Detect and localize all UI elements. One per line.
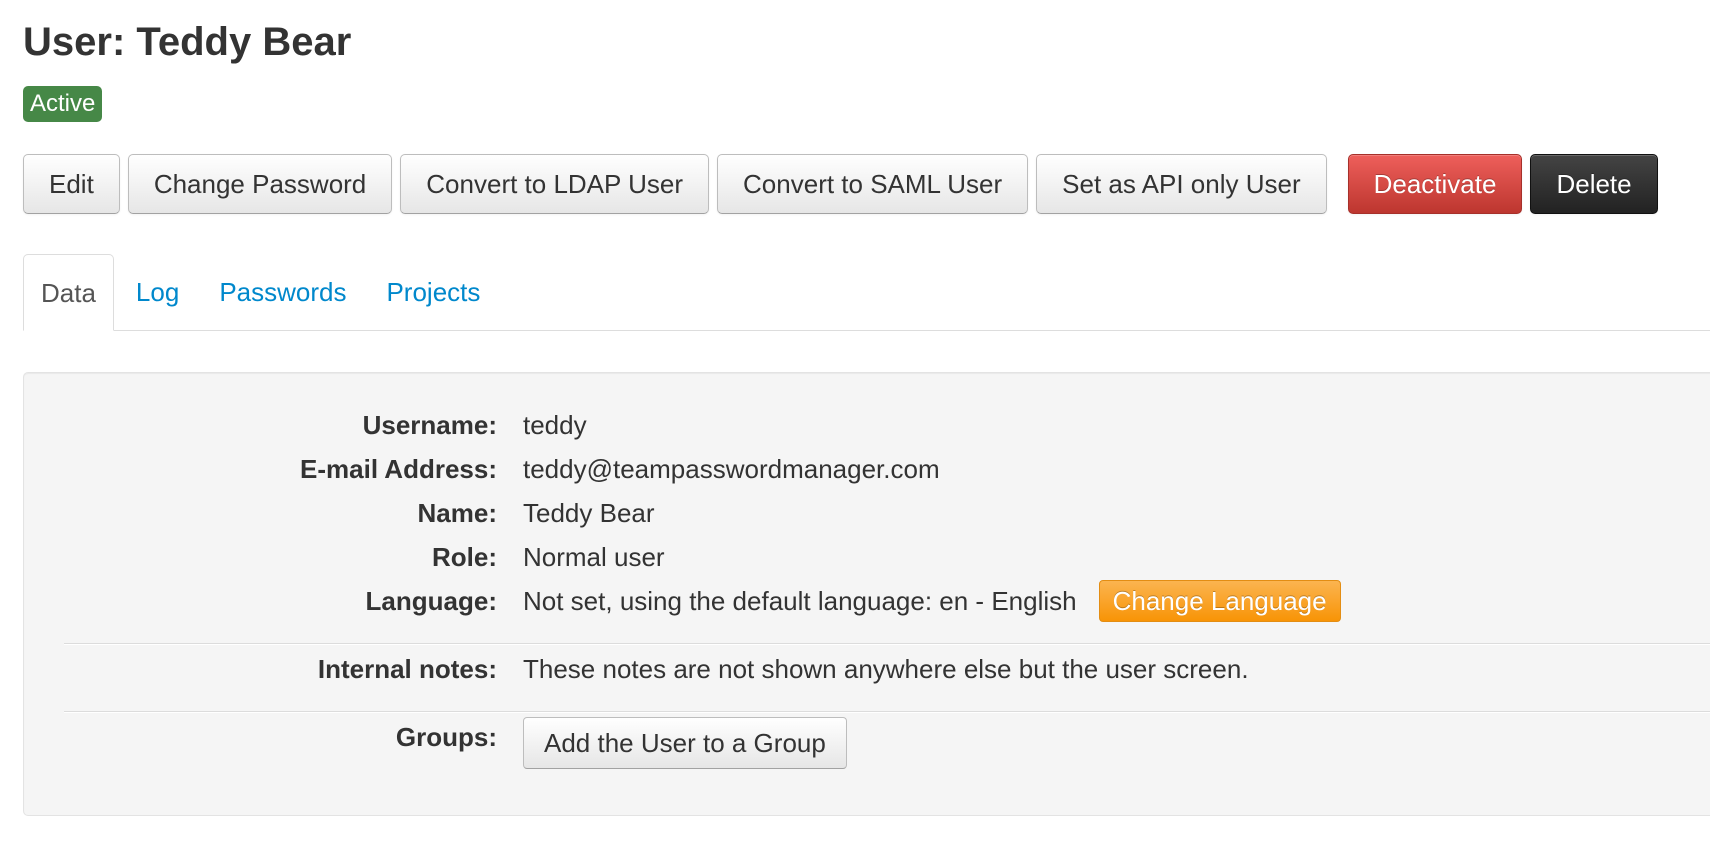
divider [64,643,1710,645]
convert-ldap-button[interactable]: Convert to LDAP User [400,154,710,214]
convert-saml-button[interactable]: Convert to SAML User [717,154,1029,214]
notes-row: Internal notes: These notes are not show… [24,647,1710,691]
language-value-wrap: Not set, using the default language: en … [523,579,1341,623]
language-label: Language: [365,586,497,616]
language-value: Not set, using the default language: en … [523,586,1077,616]
role-value: Normal user [523,542,665,572]
user-page: User: Teddy Bear Active Edit Change Pass… [0,0,1710,868]
groups-label: Groups: [395,722,497,752]
tab-log[interactable]: Log [118,254,197,331]
tab-data[interactable]: Data [23,254,114,331]
delete-button[interactable]: Delete [1530,154,1658,214]
tab-projects[interactable]: Projects [368,254,498,331]
groups-row: Groups: Add the User to a Group [24,715,1710,769]
notes-label: Internal notes: [317,654,497,684]
page-title: User: Teddy Bear [23,20,352,64]
user-data-panel: Username: teddy E-mail Address: teddy@te… [23,372,1710,816]
language-row: Language: Not set, using the default lan… [24,579,1710,623]
edit-button[interactable]: Edit [23,154,120,214]
email-row: E-mail Address: teddy@teampasswordmanage… [24,447,1710,491]
groups-value: Add the User to a Group [523,717,847,769]
change-password-button[interactable]: Change Password [127,154,393,214]
change-language-button[interactable]: Change Language [1098,580,1341,622]
status-badge: Active [23,86,103,122]
role-row: Role: Normal user [24,535,1710,579]
set-api-only-button[interactable]: Set as API only User [1036,154,1327,214]
name-value: Teddy Bear [523,498,655,528]
email-value: teddy@teampasswordmanager.com [523,454,940,484]
name-label: Name: [417,498,497,528]
name-row: Name: Teddy Bear [24,491,1710,535]
role-label: Role: [432,542,497,572]
username-row: Username: teddy [24,403,1710,447]
username-value: teddy [523,410,587,440]
deactivate-button[interactable]: Deactivate [1347,154,1523,214]
username-label: Username: [362,410,497,440]
divider [64,711,1710,713]
tab-passwords[interactable]: Passwords [201,254,364,331]
notes-value: These notes are not shown anywhere else … [523,654,1249,684]
tab-bar: Data Log Passwords Projects [23,254,1710,331]
action-toolbar: Edit Change Password Convert to LDAP Use… [23,154,1666,214]
email-label: E-mail Address: [300,454,497,484]
add-to-group-button[interactable]: Add the User to a Group [523,717,847,769]
